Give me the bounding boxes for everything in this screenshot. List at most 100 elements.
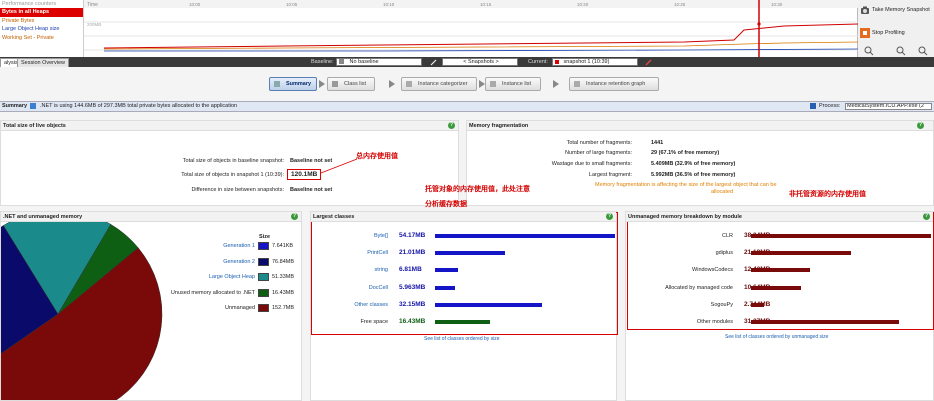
nav-instance-categorizer-button[interactable]: Instance categorizer xyxy=(401,77,477,91)
bar-label[interactable]: string xyxy=(375,267,388,273)
time-tick-label: 10:00 xyxy=(189,2,201,7)
baseline-select[interactable]: No baseline xyxy=(336,58,422,66)
unmanaged-modules-panel: Unmanaged memory breakdown by module ? C… xyxy=(625,211,934,401)
largest-classes-title: Largest classes ? xyxy=(311,212,616,222)
legend-label[interactable]: Generation 1 xyxy=(223,243,255,249)
stop-profiling-button[interactable]: Stop Profiling xyxy=(860,26,932,40)
counter-item[interactable]: Bytes in all Heaps xyxy=(0,8,83,17)
time-tick-label: 10:15 xyxy=(480,2,492,7)
frag-warning: Memory fragmentation is affecting the si… xyxy=(595,182,777,188)
snapshot-size-value: 120.1MB xyxy=(287,169,322,180)
tab-session-overview[interactable]: Session Overview xyxy=(17,58,70,67)
bar-label[interactable]: DocCell xyxy=(369,285,388,291)
categorizer-icon xyxy=(406,81,412,87)
bar[interactable] xyxy=(751,302,764,307)
bar-label: WindowsCodecs xyxy=(692,267,733,274)
legend-value: 51.33MB xyxy=(272,274,295,281)
annotation-managed-1: 托管对象的内存使用值，此处注意 xyxy=(425,186,530,193)
snapshots-nav[interactable]: < Snapshots > xyxy=(442,58,518,66)
memory-pie-chart xyxy=(1,222,163,400)
bar-value: 6.81MB xyxy=(399,266,422,274)
current-value: snapshot 1 (10:39) xyxy=(563,59,610,65)
time-tick-label: 10:10 xyxy=(383,2,395,7)
help-icon[interactable]: ? xyxy=(448,122,455,129)
class-list-icon xyxy=(332,81,338,87)
snapshot-marker-icon xyxy=(555,59,559,64)
bar-label: CLR xyxy=(721,233,733,239)
annotation-unmanaged-memory: 非托管资源的内存使用值 xyxy=(789,191,866,198)
bar-value: 5.963MB xyxy=(399,283,426,291)
help-icon[interactable]: ? xyxy=(291,213,298,220)
annotation-total-memory: 总内存使用值 xyxy=(356,153,398,160)
legend-label[interactable]: Generation 2 xyxy=(223,259,255,265)
bar[interactable] xyxy=(435,320,490,324)
bar-label[interactable]: PrintCell xyxy=(367,250,388,256)
frag-value: 29 (67.1% of free memory) xyxy=(651,150,720,156)
timeline-graph[interactable]: Time 200MB 10:00 10:05 10:10 10:15 10:20 10:2… xyxy=(84,0,880,57)
help-icon[interactable]: ? xyxy=(606,213,613,220)
see-classes-by-size-link[interactable]: See list of classes ordered by size xyxy=(424,336,500,342)
counter-item[interactable]: Private Bytes xyxy=(0,17,83,26)
largest-classes-title-text: Largest classes xyxy=(313,214,355,220)
bar-label: Allocated by managed code xyxy=(665,284,733,291)
counter-item[interactable]: Working Set - Private xyxy=(0,34,83,43)
help-icon[interactable]: ? xyxy=(917,122,924,129)
legend-value: 152.7MB xyxy=(272,305,295,312)
see-unmanaged-by-size-link[interactable]: See list of classes ordered by unmanaged… xyxy=(725,334,828,340)
nav-summary-button[interactable]: Summary xyxy=(269,77,317,91)
current-snapshot-select[interactable]: snapshot 1 (10:39) xyxy=(552,58,638,66)
live-objects-title: Total size of live objects ? xyxy=(1,121,458,131)
bar-value: 16.43MB xyxy=(399,318,426,325)
arrow-right-icon xyxy=(319,80,325,88)
fragmentation-title-text: Memory fragmentation xyxy=(469,123,529,129)
frag-label: Number of large fragments: xyxy=(565,150,632,156)
bar[interactable] xyxy=(435,234,615,238)
bar[interactable] xyxy=(751,234,931,238)
frag-value: 1441 xyxy=(651,140,664,146)
summary-title: Summary xyxy=(2,103,28,109)
summary-icon xyxy=(274,81,280,87)
frag-label: Wastage due to small fragments: xyxy=(551,161,632,167)
counters-title: Performance counters xyxy=(2,1,57,7)
live-objects-title-text: Total size of live objects xyxy=(3,123,66,129)
bar-label[interactable]: Other classes xyxy=(354,302,388,308)
annotation-managed-2: 分析缓存数据 xyxy=(425,201,467,208)
annotation-arrow xyxy=(320,158,358,174)
nav-instance-list-button[interactable]: Instance list xyxy=(485,77,541,91)
frag-label: Largest fragment: xyxy=(588,172,632,178)
nav-retention-graph-button[interactable]: Instance retention graph xyxy=(569,77,659,91)
counter-item[interactable]: Large Object Heap size xyxy=(0,25,83,34)
nav-class-list-button[interactable]: Class list xyxy=(327,77,375,91)
help-icon[interactable]: ? xyxy=(923,213,930,220)
take-snapshot-button[interactable]: Take Memory Snapshot xyxy=(860,3,932,17)
bar[interactable] xyxy=(751,251,852,256)
take-snapshot-label: Take Memory Snapshot xyxy=(872,7,930,13)
bar-label: gdiplus xyxy=(715,250,733,257)
process-select[interactable]: MedicalSystem.ICU.APP.exe (2 xyxy=(845,103,932,110)
legend-label[interactable]: Large Object Heap xyxy=(209,274,255,280)
process-label: Process: xyxy=(819,103,841,109)
frag-value: 5.409MB (32.9% of free memory) xyxy=(651,161,736,167)
legend-swatch xyxy=(258,257,269,266)
nav-instance-categorizer-label: Instance categorizer xyxy=(418,81,468,87)
unmanaged-title-text: Unmanaged memory breakdown by module xyxy=(628,214,742,220)
legend-value: 16.43MB xyxy=(272,289,295,296)
bar[interactable] xyxy=(435,251,505,256)
bar-label: Other modules xyxy=(696,319,733,325)
bar[interactable] xyxy=(435,268,458,273)
legend-label: Unmanaged xyxy=(225,305,255,312)
bar[interactable] xyxy=(751,285,802,290)
arrow-right-icon xyxy=(553,80,559,88)
bar[interactable] xyxy=(751,320,899,324)
bar[interactable] xyxy=(435,302,542,307)
current-label: Current: xyxy=(528,59,548,65)
process-icon xyxy=(810,103,816,109)
bar[interactable] xyxy=(751,268,810,273)
summary-header: Summary .NET is using 144.6MB of 297.3MB… xyxy=(0,101,934,112)
summary-text: .NET is using 144.6MB of 297.3MB total p… xyxy=(40,103,238,109)
performance-counters-panel: Performance counters Bytes in all Heaps … xyxy=(0,0,84,57)
arrow-right-icon xyxy=(389,80,395,88)
bar[interactable] xyxy=(435,285,455,290)
dotnet-title-text: .NET and unmanaged memory xyxy=(3,214,83,220)
bar-label[interactable]: Byte[] xyxy=(374,233,388,239)
